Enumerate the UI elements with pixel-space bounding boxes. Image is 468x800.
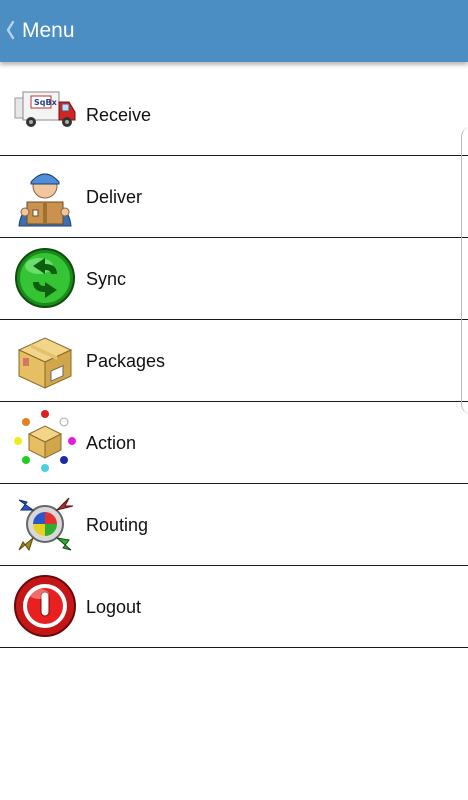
- menu-item-label: Packages: [86, 351, 166, 371]
- svg-text:SqBx: SqBx: [34, 98, 58, 107]
- menu-item-sync[interactable]: Sync: [0, 238, 468, 320]
- menu-item-receive[interactable]: SqBx Receive: [0, 74, 468, 156]
- menu-list: SqBx Receive Deliver Sync Packages Actio…: [0, 74, 468, 648]
- menu-item-packages[interactable]: Packages: [0, 320, 468, 402]
- menu-item-logout[interactable]: Logout: [0, 566, 468, 648]
- menu-item-action[interactable]: Action: [0, 402, 468, 484]
- page-title: Menu: [22, 19, 75, 42]
- package-box-icon: [13, 328, 77, 392]
- chevron-left-icon: [6, 20, 15, 40]
- menu-item-label: Sync: [86, 269, 127, 289]
- menu-item-deliver[interactable]: Deliver: [0, 156, 468, 238]
- app-header: Menu: [0, 0, 468, 62]
- menu-item-routing[interactable]: Routing: [0, 484, 468, 566]
- power-icon: [13, 574, 77, 638]
- scroll-edge: [461, 127, 468, 414]
- back-button[interactable]: [3, 19, 17, 41]
- menu-item-label: Logout: [86, 597, 142, 617]
- sync-arrows-icon: [13, 246, 77, 310]
- menu-item-label: Action: [86, 433, 137, 453]
- box-with-dots-icon: [13, 410, 77, 474]
- delivery-truck-icon: SqBx: [13, 82, 77, 146]
- menu-item-label: Deliver: [86, 187, 143, 207]
- menu-item-label: Receive: [86, 105, 152, 125]
- courier-with-box-icon: [13, 164, 77, 228]
- menu-item-label: Routing: [86, 515, 149, 535]
- routing-arrows-icon: [13, 492, 77, 556]
